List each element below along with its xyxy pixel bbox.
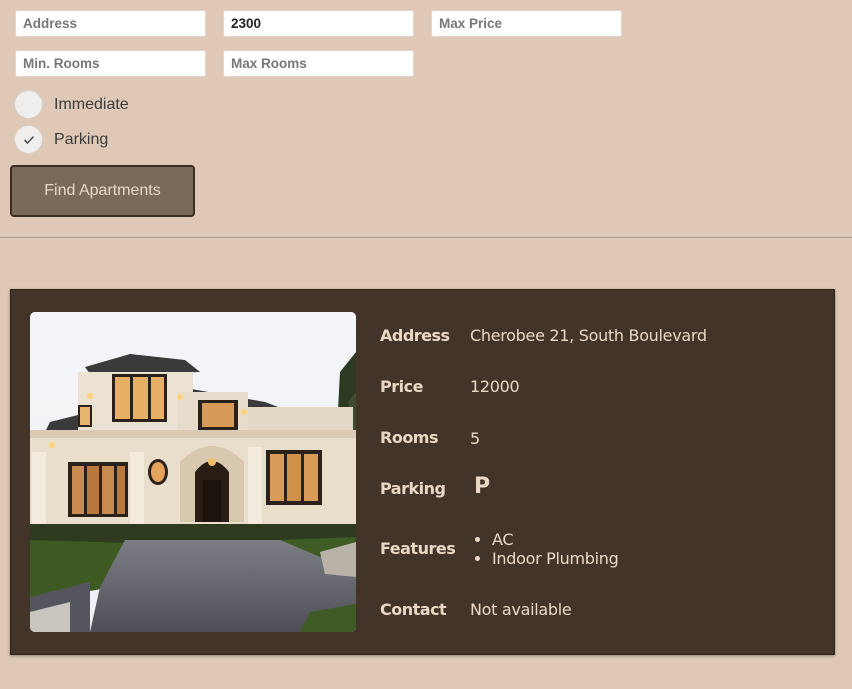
address-input[interactable]: [15, 10, 206, 37]
min-price-input[interactable]: [223, 10, 414, 37]
checkmark-icon: [23, 135, 34, 144]
checkbox-circle[interactable]: [14, 90, 43, 119]
immediate-label: Immediate: [54, 95, 129, 113]
divider: [0, 237, 852, 238]
price-value: 12000: [470, 377, 520, 396]
feature-item: Indoor Plumbing: [492, 549, 619, 568]
max-rooms-input[interactable]: [223, 50, 414, 77]
find-apartments-button[interactable]: Find Apartments: [10, 165, 195, 217]
contact-value: Not available: [470, 600, 572, 619]
rooms-key: Rooms: [380, 428, 439, 447]
house-photo[interactable]: [30, 312, 356, 632]
address-value: Cherobee 21, South Boulevard: [470, 326, 707, 345]
parking-label: Parking: [54, 130, 109, 148]
checkbox-circle[interactable]: [14, 125, 43, 154]
features-key: Features: [380, 539, 456, 558]
parking-value: P: [470, 474, 490, 499]
feature-item: AC: [492, 530, 618, 549]
immediate-checkbox[interactable]: Immediate: [14, 90, 129, 119]
parking-checkbox[interactable]: Parking: [14, 125, 108, 154]
parking-key: Parking: [380, 479, 446, 498]
price-key: Price: [380, 377, 423, 396]
min-rooms-input[interactable]: [15, 50, 206, 77]
address-key: Address: [380, 326, 450, 345]
house-icon: [30, 312, 356, 632]
parking-icon: P: [474, 474, 490, 499]
listing-card: Address Cherobee 21, South Boulevard Pri…: [10, 289, 835, 655]
max-price-input[interactable]: [431, 10, 622, 37]
features-list: AC Indoor Plumbing: [470, 530, 619, 568]
contact-key: Contact: [380, 600, 447, 619]
rooms-value: 5: [470, 429, 480, 448]
